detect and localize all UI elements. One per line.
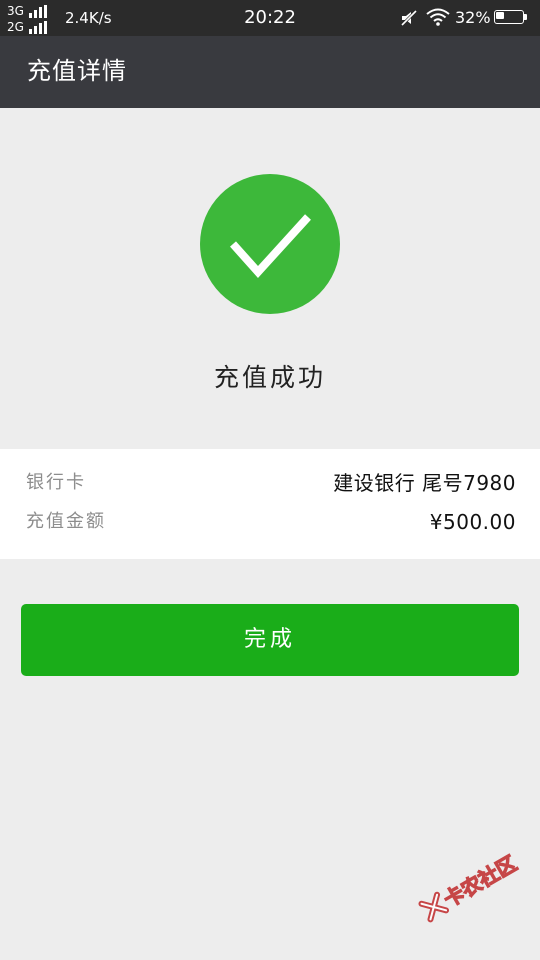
watermark-text: 卡农社区	[439, 850, 521, 912]
mute-icon	[400, 9, 418, 27]
result-text: 充值成功	[213, 363, 326, 392]
amount-label: 充值金额	[26, 511, 106, 532]
amount-row: 充值金额 ¥500.00	[26, 508, 516, 536]
page-title: 充值详情	[27, 57, 127, 85]
bank-card-value: 建设银行 尾号7980	[333, 471, 516, 495]
watermark: 卡农社区	[407, 832, 527, 930]
battery-percent: 32%	[455, 8, 491, 27]
bank-card-row: 银行卡 建设银行 尾号7980	[26, 469, 516, 497]
bank-card-label: 银行卡	[26, 472, 86, 493]
check-circle-icon	[200, 174, 340, 314]
detail-card: 银行卡 建设银行 尾号7980 充值金额 ¥500.00	[0, 449, 540, 559]
battery-icon	[494, 10, 530, 26]
wifi-icon	[426, 8, 450, 26]
status-bar: 3G 2G 2.4K/s 20:22 32%	[0, 0, 540, 36]
amount-value: ¥500.00	[429, 510, 516, 534]
title-bar: 充值详情	[0, 36, 540, 108]
done-button[interactable]: 完成	[21, 604, 519, 676]
